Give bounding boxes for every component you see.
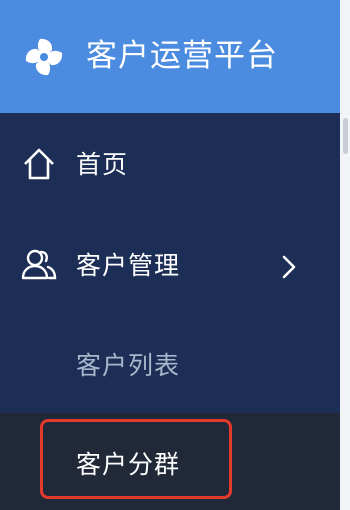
pinwheel-icon — [25, 38, 63, 76]
sidebar-item-label: 客户管理 — [76, 251, 181, 280]
home-icon — [24, 148, 54, 180]
highlight-annotation — [40, 419, 232, 499]
sidebar-item-customer-management[interactable]: 客户管理 — [0, 215, 340, 315]
submenu-item-customer-list[interactable]: 客户列表 — [0, 315, 340, 415]
chevron-right-icon — [282, 255, 296, 279]
users-icon — [21, 249, 57, 280]
app-title: 客户运营平台 — [86, 38, 278, 74]
scrollbar-track[interactable] — [340, 0, 350, 510]
scrollbar-thumb[interactable] — [343, 118, 348, 154]
app-header: 客户运营平台 — [0, 0, 340, 113]
submenu-item-label: 客户列表 — [76, 351, 181, 380]
sidebar-item-label: 首页 — [76, 150, 129, 179]
sidebar-item-home[interactable]: 首页 — [0, 115, 340, 215]
